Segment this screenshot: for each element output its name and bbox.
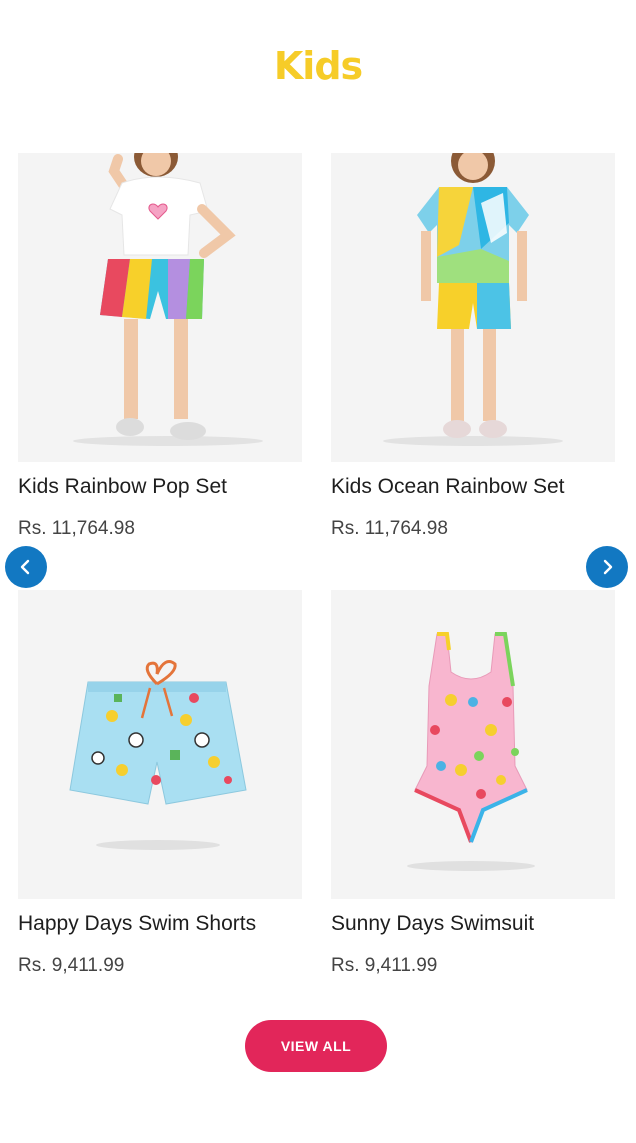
product-image[interactable] — [331, 590, 615, 899]
chevron-left-icon — [20, 559, 30, 575]
product-image[interactable] — [18, 590, 302, 899]
product-name[interactable]: Kids Rainbow Pop Set — [18, 475, 302, 499]
section-title: Kids — [273, 44, 363, 88]
product-price: Rs. 11,764.98 — [18, 518, 135, 539]
product-card[interactable]: Kids Rainbow Pop Set Rs. 11,764.98 — [18, 153, 302, 540]
product-image[interactable] — [18, 153, 302, 462]
product-price: Rs. 9,411.99 — [331, 955, 438, 976]
product-name[interactable]: Kids Ocean Rainbow Set — [331, 475, 615, 499]
chevron-right-icon — [603, 559, 613, 575]
carousel-next-button[interactable] — [586, 546, 628, 588]
product-price: Rs. 9,411.99 — [18, 955, 125, 976]
view-all-button[interactable]: VIEW ALL — [245, 1020, 387, 1072]
carousel-prev-button[interactable] — [5, 546, 47, 588]
product-name[interactable]: Happy Days Swim Shorts — [18, 912, 302, 936]
product-name[interactable]: Sunny Days Swimsuit — [331, 912, 615, 936]
product-image[interactable] — [331, 153, 615, 462]
product-price: Rs. 11,764.98 — [331, 518, 448, 539]
product-card[interactable]: Kids Ocean Rainbow Set Rs. 11,764.98 — [331, 153, 615, 540]
product-card[interactable]: Happy Days Swim Shorts Rs. 9,411.99 — [18, 590, 302, 977]
product-card[interactable]: Sunny Days Swimsuit Rs. 9,411.99 — [331, 590, 615, 977]
